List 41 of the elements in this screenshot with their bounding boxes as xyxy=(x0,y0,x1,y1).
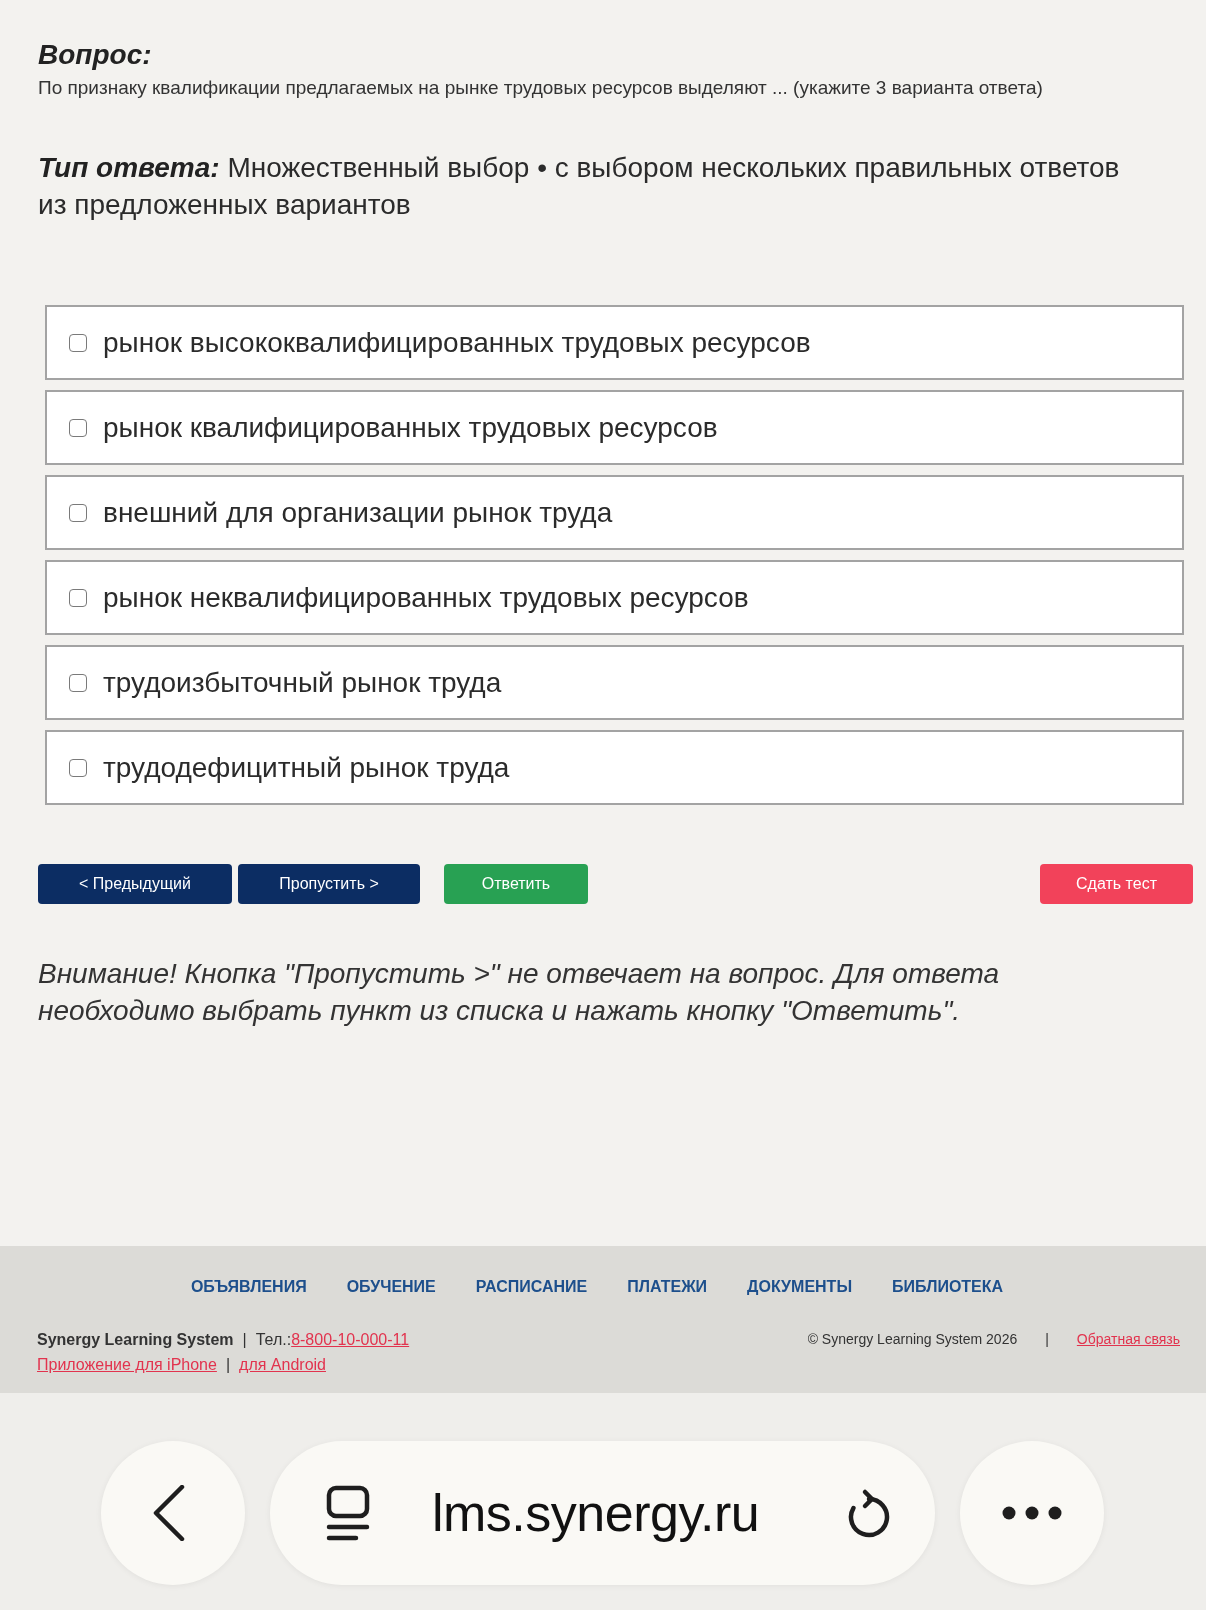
footer-nav-link[interactable]: ОБЪЯВЛЕНИЯ xyxy=(190,1277,307,1297)
question-text: По признаку квалификации предлагаемых на рынке трудовых ресурсов выделяют ... (укажите 3 варианта ответа) xyxy=(38,76,1044,100)
separator-text: | xyxy=(225,1355,231,1375)
checkbox[interactable] xyxy=(69,333,87,352)
question-heading: Вопрос: xyxy=(38,38,153,72)
page-lines-icon[interactable] xyxy=(326,1485,370,1541)
answer-button[interactable]: Ответить xyxy=(444,864,588,904)
notice-text: Внимание! Кнопка "Пропустить >" не отвечает на вопрос. Для ответа необходимо выбрать пункт из списка и нажать кнопку "Ответить". xyxy=(38,957,1001,1028)
iphone-app-link[interactable]: Приложение для iPhone xyxy=(37,1352,217,1377)
answer-option[interactable]: рынок неквалифицированных трудовых ресурсов xyxy=(45,560,1184,635)
separator-text: | xyxy=(242,1330,247,1350)
footer-brand: Synergy Learning System xyxy=(37,1330,234,1350)
separator-text: | xyxy=(1045,1330,1049,1349)
footer-nav-link[interactable]: ПЛАТЕЖИ xyxy=(627,1277,708,1297)
footer-nav-link[interactable]: ДОКУМЕНТЫ xyxy=(747,1277,853,1297)
feedback-link[interactable]: Обратная связь xyxy=(1076,1327,1180,1352)
footer-nav-link[interactable]: РАСПИСАНИЕ xyxy=(475,1277,588,1297)
answer-option[interactable]: трудодефицитный рынок труда xyxy=(45,730,1184,805)
checkbox[interactable] xyxy=(69,503,87,522)
address-bar[interactable]: lms.synergy.ru xyxy=(270,1441,935,1585)
checkbox[interactable] xyxy=(69,673,87,692)
android-app-link[interactable]: для Android xyxy=(239,1352,326,1377)
footer-nav-link[interactable]: БИБЛИОТЕКА xyxy=(892,1277,1004,1297)
copyright-text: © Synergy Learning System 2026 xyxy=(807,1330,1018,1349)
nav-button[interactable]: Пропустить > xyxy=(238,864,420,904)
answer-type-text: Тип ответа: Множественный выбор • с выбором нескольких правильных ответов из предложенных вариантов xyxy=(38,151,1121,222)
url-text: lms.synergy.ru xyxy=(432,1483,760,1543)
chevron-left-icon xyxy=(153,1485,185,1541)
answer-option[interactable]: рынок квалифицированных трудовых ресурсов xyxy=(45,390,1184,465)
phone-link[interactable]: 8-800-10-000-11 xyxy=(291,1327,410,1352)
checkbox[interactable] xyxy=(69,418,87,437)
answer-option[interactable]: трудоизбыточный рынок труда xyxy=(45,645,1184,720)
more-icon xyxy=(1002,1506,1062,1520)
answer-option[interactable]: рынок высококвалифицированных трудовых ресурсов xyxy=(45,305,1184,380)
checkbox[interactable] xyxy=(69,588,87,607)
phone-label: Тел.: xyxy=(255,1330,292,1350)
answer-option[interactable]: внешний для организации рынок труда xyxy=(45,475,1184,550)
checkbox[interactable] xyxy=(69,758,87,777)
footer-nav-link[interactable]: ОБУЧЕНИЕ xyxy=(346,1277,436,1297)
nav-button[interactable]: < Предыдущий xyxy=(38,864,232,904)
submit-test-button[interactable]: Сдать тест xyxy=(1040,864,1193,904)
